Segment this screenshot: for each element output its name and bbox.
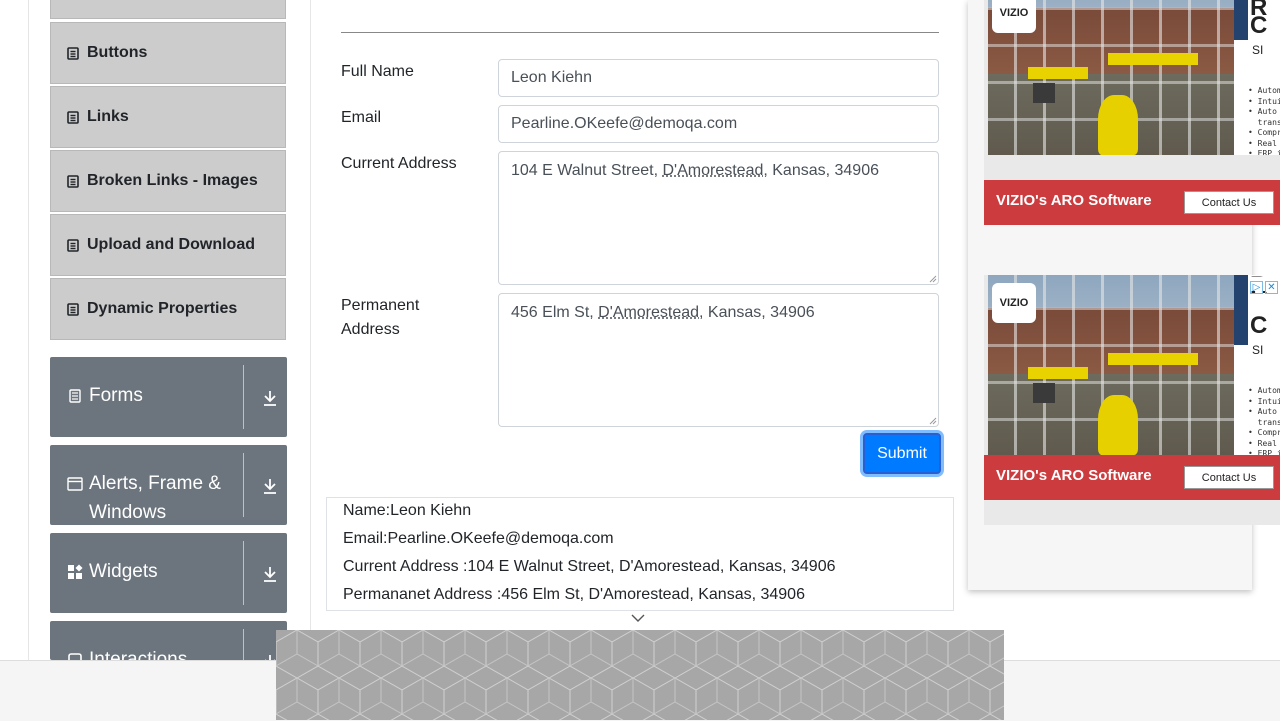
output-box: Name:Leon Kiehn Email:Pearline.OKeefe@de… bbox=[326, 497, 954, 611]
list-icon bbox=[67, 110, 79, 124]
list-icon bbox=[67, 302, 79, 316]
ad-accent bbox=[1234, 0, 1248, 40]
divider bbox=[243, 453, 244, 517]
permanent-address-text-end: , Kansas, 34906 bbox=[699, 304, 815, 321]
output-current-address: Current Address :104 E Walnut Street, D'… bbox=[343, 558, 836, 575]
ad-subtext: SI bbox=[1252, 43, 1264, 57]
list-icon bbox=[67, 238, 79, 252]
divider bbox=[243, 629, 244, 660]
ad-bar: VIZIO's ARO Software Contact Us bbox=[984, 180, 1280, 225]
ad-bullets: • Automa • Intuit • Auto g transa • Comp… bbox=[1248, 86, 1280, 155]
permanent-address-label-line2: Address bbox=[341, 321, 400, 338]
permanent-address-city: D'Amorestead bbox=[598, 304, 700, 321]
full-name-value: Leon Kiehn bbox=[511, 69, 592, 86]
ad-banner-top[interactable]: VIZIO R C SI • Automa • Intuit • Auto g … bbox=[984, 0, 1280, 225]
ad-accent bbox=[1234, 275, 1248, 345]
ad-bullets: • Automa • Intuit • Auto g transa • Comp… bbox=[1248, 386, 1280, 455]
sidebar-group-interactions[interactable]: Interactions bbox=[50, 621, 287, 660]
full-name-input[interactable]: Leon Kiehn bbox=[498, 59, 939, 97]
current-address-text-end: , Kansas, 34906 bbox=[763, 162, 879, 179]
sidebar-group-label-line1: Alerts, Frame & bbox=[89, 473, 221, 494]
sidebar-group-label: Widgets bbox=[89, 561, 158, 582]
sidebar-item-buttons[interactable]: Buttons bbox=[50, 22, 286, 84]
permanent-address-label-line1: Permanent bbox=[341, 297, 420, 314]
ad-headline-letter: C bbox=[1250, 312, 1268, 339]
sidebar-item-label: Buttons bbox=[87, 44, 148, 61]
interactions-icon bbox=[68, 653, 82, 660]
email-input[interactable]: Pearline.OKeefe@demoqa.com bbox=[498, 105, 939, 143]
ad-banner-text: VIZIO's ARO Software bbox=[996, 192, 1152, 209]
window-icon bbox=[67, 477, 83, 491]
submit-button[interactable]: Submit bbox=[863, 433, 941, 474]
ad-banner-text: VIZIO's ARO Software bbox=[996, 467, 1152, 484]
sidebar-item-label: Dynamic Properties bbox=[87, 300, 238, 317]
form-icon bbox=[69, 389, 81, 403]
sidebar-item-broken-links[interactable]: Broken Links - Images bbox=[50, 150, 286, 212]
bottom-ad-banner[interactable] bbox=[276, 630, 1004, 720]
output-name: Name:Leon Kiehn bbox=[343, 502, 472, 519]
left-border bbox=[28, 0, 29, 660]
ad-logo: VIZIO bbox=[992, 0, 1036, 33]
ad-bar: VIZIO's ARO Software Contact Us bbox=[984, 455, 1280, 500]
email-value: Pearline.OKeefe@demoqa.com bbox=[511, 115, 738, 132]
adchoices-icon[interactable]: ▷ bbox=[1250, 281, 1263, 294]
contact-us-button[interactable]: Contact Us bbox=[1184, 191, 1274, 214]
sidebar-group-label: Forms bbox=[89, 385, 143, 406]
output-permanent-address: Permananet Address :456 Elm St, D'Amores… bbox=[343, 586, 805, 603]
hexagon-pattern bbox=[276, 630, 1004, 720]
sidebar-group-label-line2: Windows bbox=[89, 502, 167, 523]
ad-headline-letter: C bbox=[1250, 12, 1268, 39]
download-icon[interactable] bbox=[260, 564, 280, 584]
widgets-icon bbox=[68, 564, 83, 579]
ad-subtext: SI bbox=[1252, 343, 1264, 357]
current-address-textarea[interactable]: 104 E Walnut Street, D'Amorestead, Kansa… bbox=[498, 151, 939, 285]
sidebar-group-label: Interactions bbox=[89, 649, 188, 660]
ad-logo: VIZIO bbox=[992, 283, 1036, 323]
divider bbox=[341, 32, 939, 33]
list-icon bbox=[67, 174, 79, 188]
resize-grip-icon[interactable] bbox=[929, 275, 937, 283]
divider bbox=[243, 541, 244, 605]
permanent-address-text: 456 Elm St, bbox=[511, 304, 599, 321]
permanent-address-textarea[interactable]: 456 Elm St, D'Amorestead, Kansas, 34906 bbox=[498, 293, 939, 427]
current-address-text: 104 E Walnut Street, bbox=[511, 162, 663, 179]
sidebar-group-alerts[interactable]: Alerts, Frame & Windows bbox=[50, 445, 287, 525]
sidebar-item-label: Links bbox=[87, 108, 129, 125]
sidebar-item-label: Broken Links - Images bbox=[87, 172, 258, 189]
chevron-down-icon[interactable] bbox=[630, 613, 646, 623]
list-icon bbox=[67, 46, 79, 60]
ad-controls: ▷ ✕ bbox=[1250, 277, 1280, 294]
current-address-city: D'Amorestead bbox=[662, 162, 764, 179]
sidebar-group-forms[interactable]: Forms bbox=[50, 357, 287, 437]
sidebar-item-partial[interactable] bbox=[50, 0, 286, 19]
sidebar-item-label: Upload and Download bbox=[87, 236, 255, 253]
close-icon[interactable]: ✕ bbox=[1265, 281, 1278, 294]
ad-banner-bottom[interactable]: VIZIO R C SI • Automa • Intuit • Auto g … bbox=[984, 275, 1280, 525]
download-icon[interactable] bbox=[260, 388, 280, 408]
current-address-label: Current Address bbox=[341, 155, 457, 172]
sidebar-item-links[interactable]: Links bbox=[50, 86, 286, 148]
full-name-label: Full Name bbox=[341, 63, 414, 80]
sidebar-group-widgets[interactable]: Widgets bbox=[50, 533, 287, 613]
contact-us-button[interactable]: Contact Us bbox=[1184, 466, 1274, 489]
resize-grip-icon[interactable] bbox=[929, 417, 937, 425]
content-border bbox=[310, 0, 311, 660]
download-icon[interactable] bbox=[260, 476, 280, 496]
email-label: Email bbox=[341, 109, 382, 126]
sidebar-item-upload-download[interactable]: Upload and Download bbox=[50, 214, 286, 276]
output-email: Email:Pearline.OKeefe@demoqa.com bbox=[343, 530, 614, 547]
divider bbox=[243, 365, 244, 429]
sidebar-item-dynamic-properties[interactable]: Dynamic Properties bbox=[50, 278, 286, 340]
